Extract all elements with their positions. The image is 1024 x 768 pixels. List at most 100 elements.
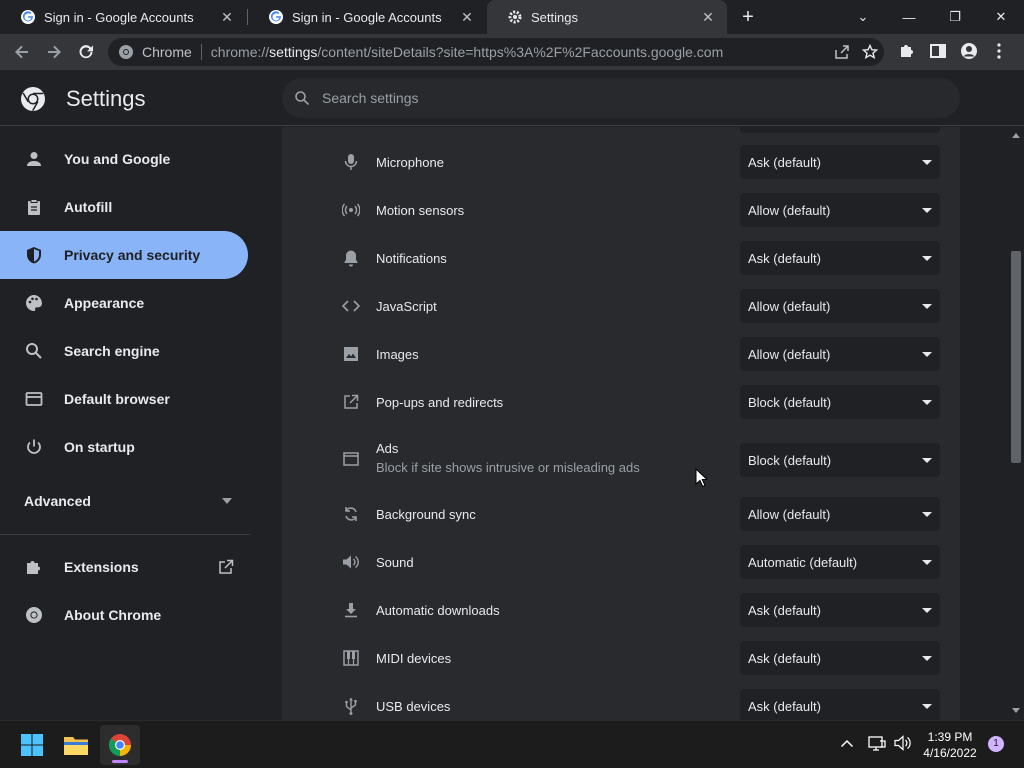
clock-date: 4/16/2022 — [923, 746, 977, 760]
tab-search-button[interactable]: ⌄ — [840, 0, 886, 34]
palette-icon — [26, 295, 42, 311]
permission-value: Allow (default) — [748, 202, 831, 218]
tab-title: Settings — [531, 9, 578, 25]
arrow-drop-down-icon — [922, 656, 932, 661]
start-button[interactable] — [12, 725, 52, 765]
permission-label: JavaScript — [376, 299, 437, 314]
volume-icon[interactable] — [894, 735, 912, 751]
permission-select[interactable]: Allow (default) — [740, 193, 940, 227]
notification-badge[interactable]: 1 — [988, 736, 1004, 752]
url-path: /content/siteDetails?site=https%3A%2F%2F… — [317, 44, 724, 60]
page-scrollbar[interactable] — [1008, 127, 1024, 720]
permission-value: Ask (default) — [748, 602, 821, 618]
permission-select[interactable]: Allow (default) — [740, 337, 940, 371]
permission-select[interactable]: Allow (default) — [740, 497, 940, 531]
permission-label: Motion sensors — [376, 203, 465, 218]
person-icon — [27, 152, 41, 166]
reload-icon — [79, 45, 93, 59]
star-icon[interactable] — [862, 44, 878, 60]
arrow-drop-down-icon — [222, 498, 232, 504]
permission-select[interactable]: Ask (default) — [740, 241, 940, 275]
forward-button[interactable] — [42, 40, 66, 64]
close-icon[interactable]: ✕ — [218, 9, 236, 26]
permission-row-sound: Sound Automatic (default) — [282, 545, 960, 579]
permission-select[interactable]: Block (default) — [740, 443, 940, 477]
scrollbar-thumb[interactable] — [1011, 251, 1021, 463]
open-in-new-icon — [344, 394, 359, 409]
google-icon — [269, 10, 283, 24]
search-icon — [295, 91, 310, 106]
profile-button[interactable] — [960, 42, 978, 60]
system-tray — [840, 735, 912, 751]
scroll-up-arrow-icon[interactable] — [1012, 133, 1020, 138]
minimize-button[interactable]: — — [886, 0, 932, 34]
gear-icon — [508, 10, 522, 24]
motion-sensors-icon — [342, 203, 360, 217]
reload-button[interactable] — [74, 40, 98, 64]
taskbar-file-explorer[interactable] — [56, 725, 96, 765]
permission-row-microphone: Microphone Ask (default) — [282, 145, 960, 179]
permission-row-ads: Ads Block if site shows intrusive or mis… — [282, 433, 960, 483]
arrow-drop-down-icon — [922, 608, 932, 613]
side-panel-icon — [930, 44, 946, 58]
site-chip-label: Chrome — [142, 44, 192, 60]
new-tab-button[interactable]: + — [736, 4, 760, 30]
tab-sign-in-1[interactable]: Sign in - Google Accounts ✕ — [0, 0, 246, 34]
url-text: chrome://settings/content/siteDetails?si… — [211, 44, 723, 60]
tab-sign-in-2[interactable]: Sign in - Google Accounts ✕ — [248, 0, 486, 34]
extensions-button[interactable] — [898, 42, 916, 60]
arrow-drop-down-icon — [922, 512, 932, 517]
sidebar-item-default-browser[interactable]: Default browser — [0, 375, 248, 423]
address-bar[interactable]: Chrome chrome://settings/content/siteDet… — [108, 38, 884, 66]
chrome-logo-icon — [21, 87, 45, 111]
mouse-cursor-icon — [695, 468, 707, 488]
permission-label: Notifications — [376, 251, 447, 266]
sidebar-item-search-engine[interactable]: Search engine — [0, 327, 248, 375]
permission-row-background-sync: Background sync Allow (default) — [282, 497, 960, 531]
sidebar-item-on-startup[interactable]: On startup — [0, 423, 248, 471]
permission-select[interactable]: Ask (default) — [740, 593, 940, 627]
tab-settings[interactable]: Settings ✕ — [487, 0, 727, 34]
search-input[interactable] — [322, 90, 922, 106]
permission-select[interactable]: Ask (default) — [740, 641, 940, 675]
sidebar-item-extensions[interactable]: Extensions — [0, 543, 250, 591]
sync-icon — [345, 507, 357, 521]
chevron-up-icon[interactable] — [840, 738, 854, 748]
settings-sidebar: You and Google Autofill Privacy and secu… — [0, 127, 280, 720]
permission-select[interactable]: Block (default) — [740, 385, 940, 419]
permission-select-partial[interactable] — [740, 127, 940, 133]
close-icon[interactable]: ✕ — [458, 9, 476, 26]
share-icon[interactable] — [834, 44, 850, 60]
back-button[interactable] — [10, 40, 34, 64]
sidebar-item-privacy-and-security[interactable]: Privacy and security — [0, 231, 248, 279]
arrow-drop-down-icon — [922, 256, 932, 261]
permission-description: Block if site shows intrusive or mislead… — [376, 460, 640, 475]
permission-select[interactable]: Ask (default) — [740, 689, 940, 720]
network-icon[interactable] — [868, 735, 886, 751]
permission-value: Automatic (default) — [748, 554, 858, 570]
menu-button[interactable] — [996, 42, 1002, 60]
window-close-button[interactable]: ✕ — [978, 0, 1024, 34]
scroll-down-arrow-icon[interactable] — [1012, 708, 1020, 713]
google-icon — [21, 10, 35, 24]
permission-select[interactable]: Ask (default) — [740, 145, 940, 179]
side-panel-button[interactable] — [929, 42, 947, 60]
shield-icon — [27, 247, 41, 264]
permission-select[interactable]: Automatic (default) — [740, 545, 940, 579]
arrow-drop-down-icon — [922, 704, 932, 709]
restore-button[interactable]: ❐ — [932, 0, 978, 34]
sidebar-item-you-and-google[interactable]: You and Google — [0, 135, 248, 183]
sidebar-item-about-chrome[interactable]: About Chrome — [0, 591, 248, 639]
arrow-drop-down-icon — [922, 458, 932, 463]
arrow-drop-down-icon — [922, 160, 932, 165]
close-icon[interactable]: ✕ — [699, 9, 717, 26]
permission-select[interactable]: Allow (default) — [740, 289, 940, 323]
taskbar-clock[interactable]: 1:39 PM 4/16/2022 — [918, 729, 982, 761]
sidebar-item-autofill[interactable]: Autofill — [0, 183, 248, 231]
code-icon — [342, 300, 360, 312]
sidebar-advanced-label: Advanced — [24, 493, 91, 509]
sidebar-advanced-toggle[interactable]: Advanced — [24, 493, 232, 509]
taskbar-chrome[interactable] — [100, 725, 140, 765]
sidebar-item-appearance[interactable]: Appearance — [0, 279, 248, 327]
search-settings-box[interactable] — [282, 78, 960, 118]
